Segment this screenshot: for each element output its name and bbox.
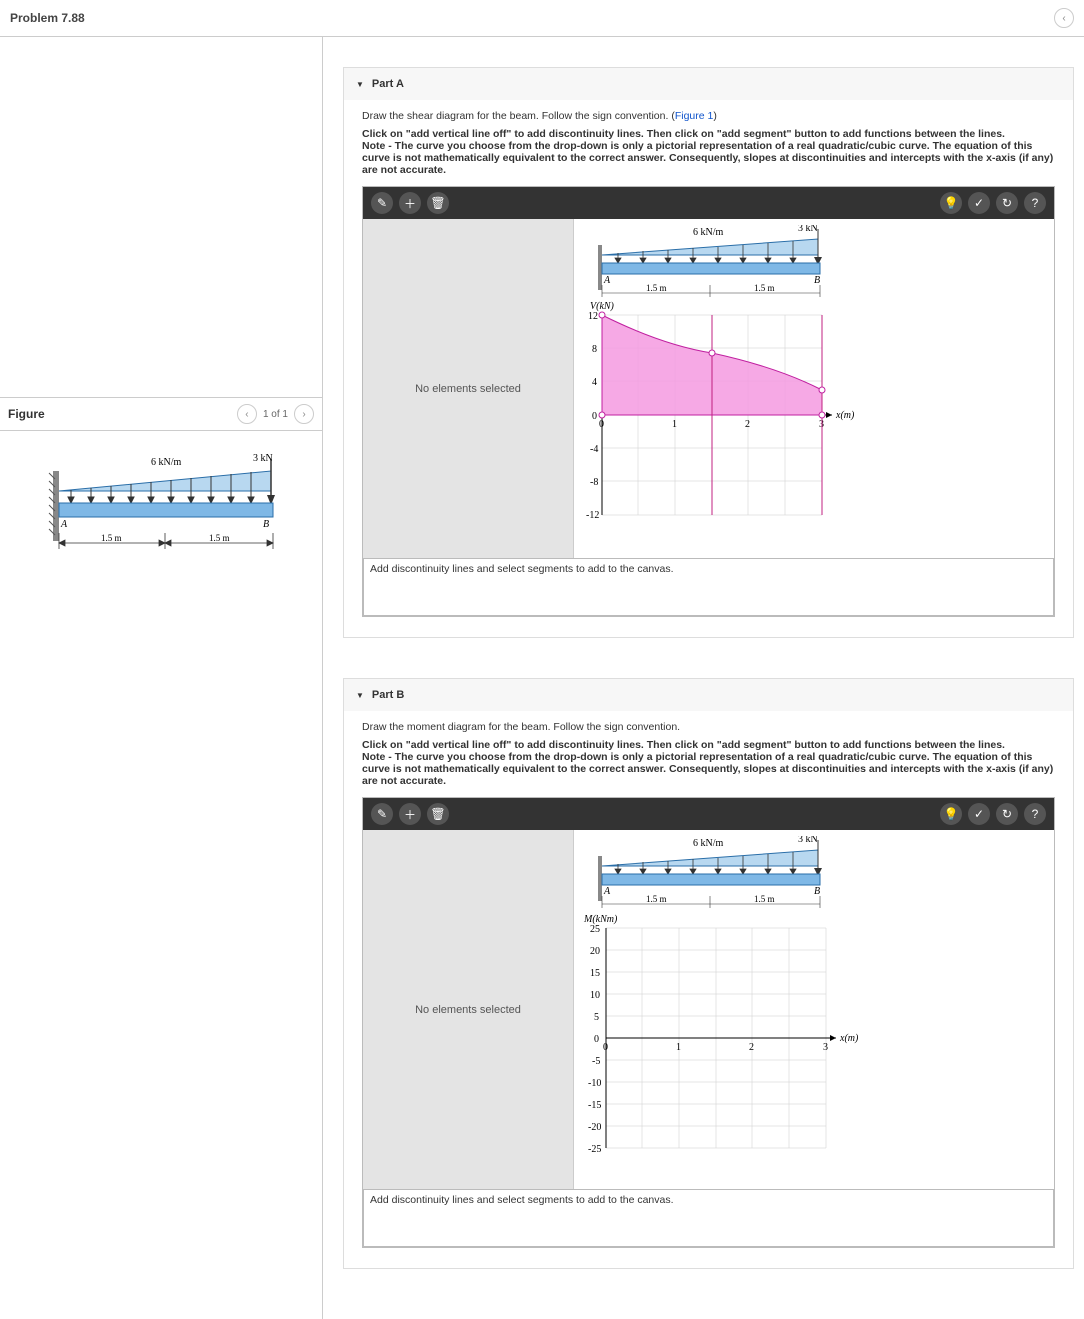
part-b-canvas: ✎ ＋ 🗑 💡 ✓ ↻ ? No elements selected <box>362 797 1055 1248</box>
part-b-note: Click on "add vertical line off" to add … <box>362 739 1055 787</box>
part-b-side-panel: No elements selected <box>363 830 574 1189</box>
svg-text:-8: -8 <box>590 477 598 488</box>
caret-down-icon: ▼ <box>356 691 364 700</box>
svg-text:2: 2 <box>745 419 750 430</box>
add-icon[interactable]: ＋ <box>399 803 421 825</box>
bulb-icon[interactable]: 💡 <box>940 192 962 214</box>
trash-icon[interactable]: 🗑 <box>427 192 449 214</box>
svg-text:3 kN: 3 kN <box>798 225 818 234</box>
svg-text:A: A <box>603 275 611 286</box>
collapse-icon[interactable]: ‹ <box>1054 8 1074 28</box>
svg-text:B: B <box>814 275 820 286</box>
svg-text:4: 4 <box>592 377 597 388</box>
pencil-icon[interactable]: ✎ <box>371 192 393 214</box>
svg-text:1: 1 <box>676 1042 681 1053</box>
svg-text:0: 0 <box>594 1034 599 1045</box>
trash-icon[interactable]: 🗑 <box>427 803 449 825</box>
svg-text:1.5 m: 1.5 m <box>209 533 230 543</box>
part-a-container: ▼ Part A Draw the shear diagram for the … <box>343 67 1074 638</box>
part-b-graph[interactable]: 6 kN/m 3 kN A B <box>574 830 1054 1189</box>
beam-figure-svg: 6 kN/m 3 kN A B 1.5 <box>31 451 291 571</box>
svg-text:12: 12 <box>588 311 598 322</box>
svg-text:20: 20 <box>590 946 600 957</box>
svg-text:1.5 m: 1.5 m <box>646 894 667 904</box>
svg-text:x(m): x(m) <box>835 410 855 421</box>
caret-down-icon: ▼ <box>356 80 364 89</box>
svg-text:8: 8 <box>592 344 597 355</box>
figure-counter: 1 of 1 <box>263 409 288 420</box>
help-icon[interactable]: ? <box>1024 803 1046 825</box>
part-a-graph[interactable]: 6 kN/m 3 kN A B <box>574 219 1054 558</box>
figure-body: 6 kN/m 3 kN A B 1.5 <box>0 431 322 591</box>
svg-text:10: 10 <box>590 990 600 1001</box>
part-a-canvas: ✎ ＋ 🗑 💡 ✓ ↻ ? No elements selected <box>362 186 1055 617</box>
help-icon[interactable]: ? <box>1024 192 1046 214</box>
part-a-title: Part A <box>372 78 404 90</box>
svg-text:6 kN/m: 6 kN/m <box>693 227 724 238</box>
svg-text:-4: -4 <box>590 444 598 455</box>
figure-link[interactable]: Figure 1 <box>675 110 714 122</box>
refresh-icon[interactable]: ↻ <box>996 803 1018 825</box>
svg-text:0: 0 <box>592 411 597 422</box>
svg-text:-20: -20 <box>588 1122 601 1133</box>
right-column: ▼ Part A Draw the shear diagram for the … <box>323 37 1084 1319</box>
part-b-toolbar: ✎ ＋ 🗑 💡 ✓ ↻ ? <box>363 798 1054 830</box>
part-a-header[interactable]: ▼ Part A <box>344 68 1073 100</box>
part-a-toolbar: ✎ ＋ 🗑 💡 ✓ ↻ ? <box>363 187 1054 219</box>
problem-title: Problem 7.88 <box>10 11 85 25</box>
page-header: Problem 7.88 ‹ <box>0 0 1084 37</box>
svg-text:0: 0 <box>599 419 604 430</box>
part-a-side-panel: No elements selected <box>363 219 574 558</box>
svg-text:1.5 m: 1.5 m <box>754 894 775 904</box>
check-icon[interactable]: ✓ <box>968 803 990 825</box>
svg-text:M(kNm): M(kNm) <box>583 914 618 925</box>
svg-text:25: 25 <box>590 924 600 935</box>
svg-text:-10: -10 <box>588 1078 601 1089</box>
svg-text:B: B <box>814 886 820 897</box>
bulb-icon[interactable]: 💡 <box>940 803 962 825</box>
figure-header: Figure ‹ 1 of 1 › <box>0 397 322 431</box>
part-a-note: Click on "add vertical line off" to add … <box>362 128 1055 176</box>
part-b-title: Part B <box>372 689 404 701</box>
svg-text:2: 2 <box>749 1042 754 1053</box>
part-b-footer: Add discontinuity lines and select segme… <box>363 1189 1054 1247</box>
svg-text:-5: -5 <box>592 1056 600 1067</box>
pencil-icon[interactable]: ✎ <box>371 803 393 825</box>
svg-text:-15: -15 <box>588 1100 601 1111</box>
svg-text:1: 1 <box>672 419 677 430</box>
part-b-instruction: Draw the moment diagram for the beam. Fo… <box>362 721 1055 733</box>
add-icon[interactable]: ＋ <box>399 192 421 214</box>
svg-text:1.5 m: 1.5 m <box>646 283 667 293</box>
refresh-icon[interactable]: ↻ <box>996 192 1018 214</box>
part-b-container: ▼ Part B Draw the moment diagram for the… <box>343 678 1074 1269</box>
svg-text:A: A <box>603 886 611 897</box>
part-a-instruction: Draw the shear diagram for the beam. Fol… <box>362 110 1055 122</box>
svg-text:0: 0 <box>603 1042 608 1053</box>
svg-text:6 kN/m: 6 kN/m <box>151 457 182 468</box>
svg-text:x(m): x(m) <box>839 1033 859 1044</box>
svg-text:3 kN: 3 kN <box>798 836 818 845</box>
svg-text:B: B <box>263 519 269 530</box>
svg-text:5: 5 <box>594 1012 599 1023</box>
svg-text:3 kN: 3 kN <box>253 453 273 464</box>
svg-text:A: A <box>60 519 68 530</box>
svg-text:15: 15 <box>590 968 600 979</box>
svg-text:-12: -12 <box>586 510 599 521</box>
svg-text:3: 3 <box>823 1042 828 1053</box>
prev-figure-icon[interactable]: ‹ <box>237 404 257 424</box>
figure-label: Figure <box>8 407 45 421</box>
part-a-footer: Add discontinuity lines and select segme… <box>363 558 1054 616</box>
svg-text:6 kN/m: 6 kN/m <box>693 838 724 849</box>
svg-text:-25: -25 <box>588 1144 601 1155</box>
left-column: Figure ‹ 1 of 1 › <box>0 37 323 1319</box>
check-icon[interactable]: ✓ <box>968 192 990 214</box>
svg-text:1.5 m: 1.5 m <box>101 533 122 543</box>
next-figure-icon[interactable]: › <box>294 404 314 424</box>
svg-text:1.5 m: 1.5 m <box>754 283 775 293</box>
part-b-header[interactable]: ▼ Part B <box>344 679 1073 711</box>
